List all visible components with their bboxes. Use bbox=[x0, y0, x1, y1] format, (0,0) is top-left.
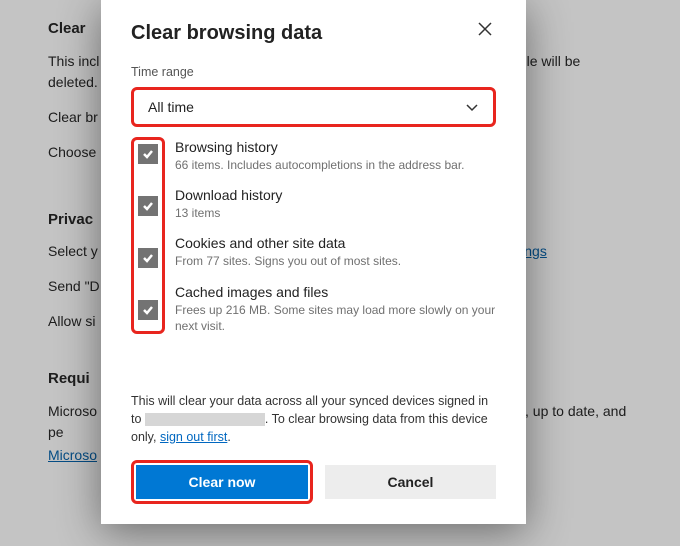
option-subtitle: 13 items bbox=[175, 205, 496, 221]
options-list: Browsing history 66 items. Includes auto… bbox=[131, 137, 496, 386]
dialog-actions: Clear now Cancel bbox=[131, 460, 496, 504]
option-title: Cookies and other site data bbox=[175, 235, 496, 251]
option-subtitle: Frees up 216 MB. Some sites may load mor… bbox=[175, 302, 496, 334]
clear-now-highlight: Clear now bbox=[131, 460, 313, 504]
checkbox-cookies[interactable] bbox=[138, 248, 158, 268]
time-range-select[interactable]: All time bbox=[131, 87, 496, 127]
dialog-title: Clear browsing data bbox=[131, 22, 322, 45]
clear-browsing-data-dialog: Clear browsing data Time range All time … bbox=[101, 0, 526, 524]
option-browsing-history: Browsing history 66 items. Includes auto… bbox=[175, 139, 496, 173]
checkbox-browsing-history[interactable] bbox=[138, 144, 158, 164]
option-cookies: Cookies and other site data From 77 site… bbox=[175, 235, 496, 269]
cancel-button[interactable]: Cancel bbox=[325, 465, 496, 499]
close-icon bbox=[478, 22, 492, 36]
option-title: Cached images and files bbox=[175, 284, 496, 300]
clear-now-button[interactable]: Clear now bbox=[136, 465, 308, 499]
checkbox-download-history[interactable] bbox=[138, 196, 158, 216]
option-subtitle: From 77 sites. Signs you out of most sit… bbox=[175, 253, 496, 269]
option-download-history: Download history 13 items bbox=[175, 187, 496, 221]
sync-note: This will clear your data across all you… bbox=[131, 392, 496, 446]
sign-out-first-link[interactable]: sign out first bbox=[160, 430, 227, 444]
close-button[interactable] bbox=[474, 18, 496, 43]
option-title: Download history bbox=[175, 187, 496, 203]
time-range-value: All time bbox=[148, 99, 194, 115]
redacted-account: x bbox=[145, 413, 265, 426]
checkbox-highlight-group bbox=[131, 137, 165, 334]
option-subtitle: 66 items. Includes autocompletions in th… bbox=[175, 157, 496, 173]
option-title: Browsing history bbox=[175, 139, 496, 155]
checkbox-cache[interactable] bbox=[138, 300, 158, 320]
time-range-label: Time range bbox=[131, 65, 496, 79]
option-cache: Cached images and files Frees up 216 MB.… bbox=[175, 284, 496, 334]
chevron-down-icon bbox=[465, 100, 479, 114]
